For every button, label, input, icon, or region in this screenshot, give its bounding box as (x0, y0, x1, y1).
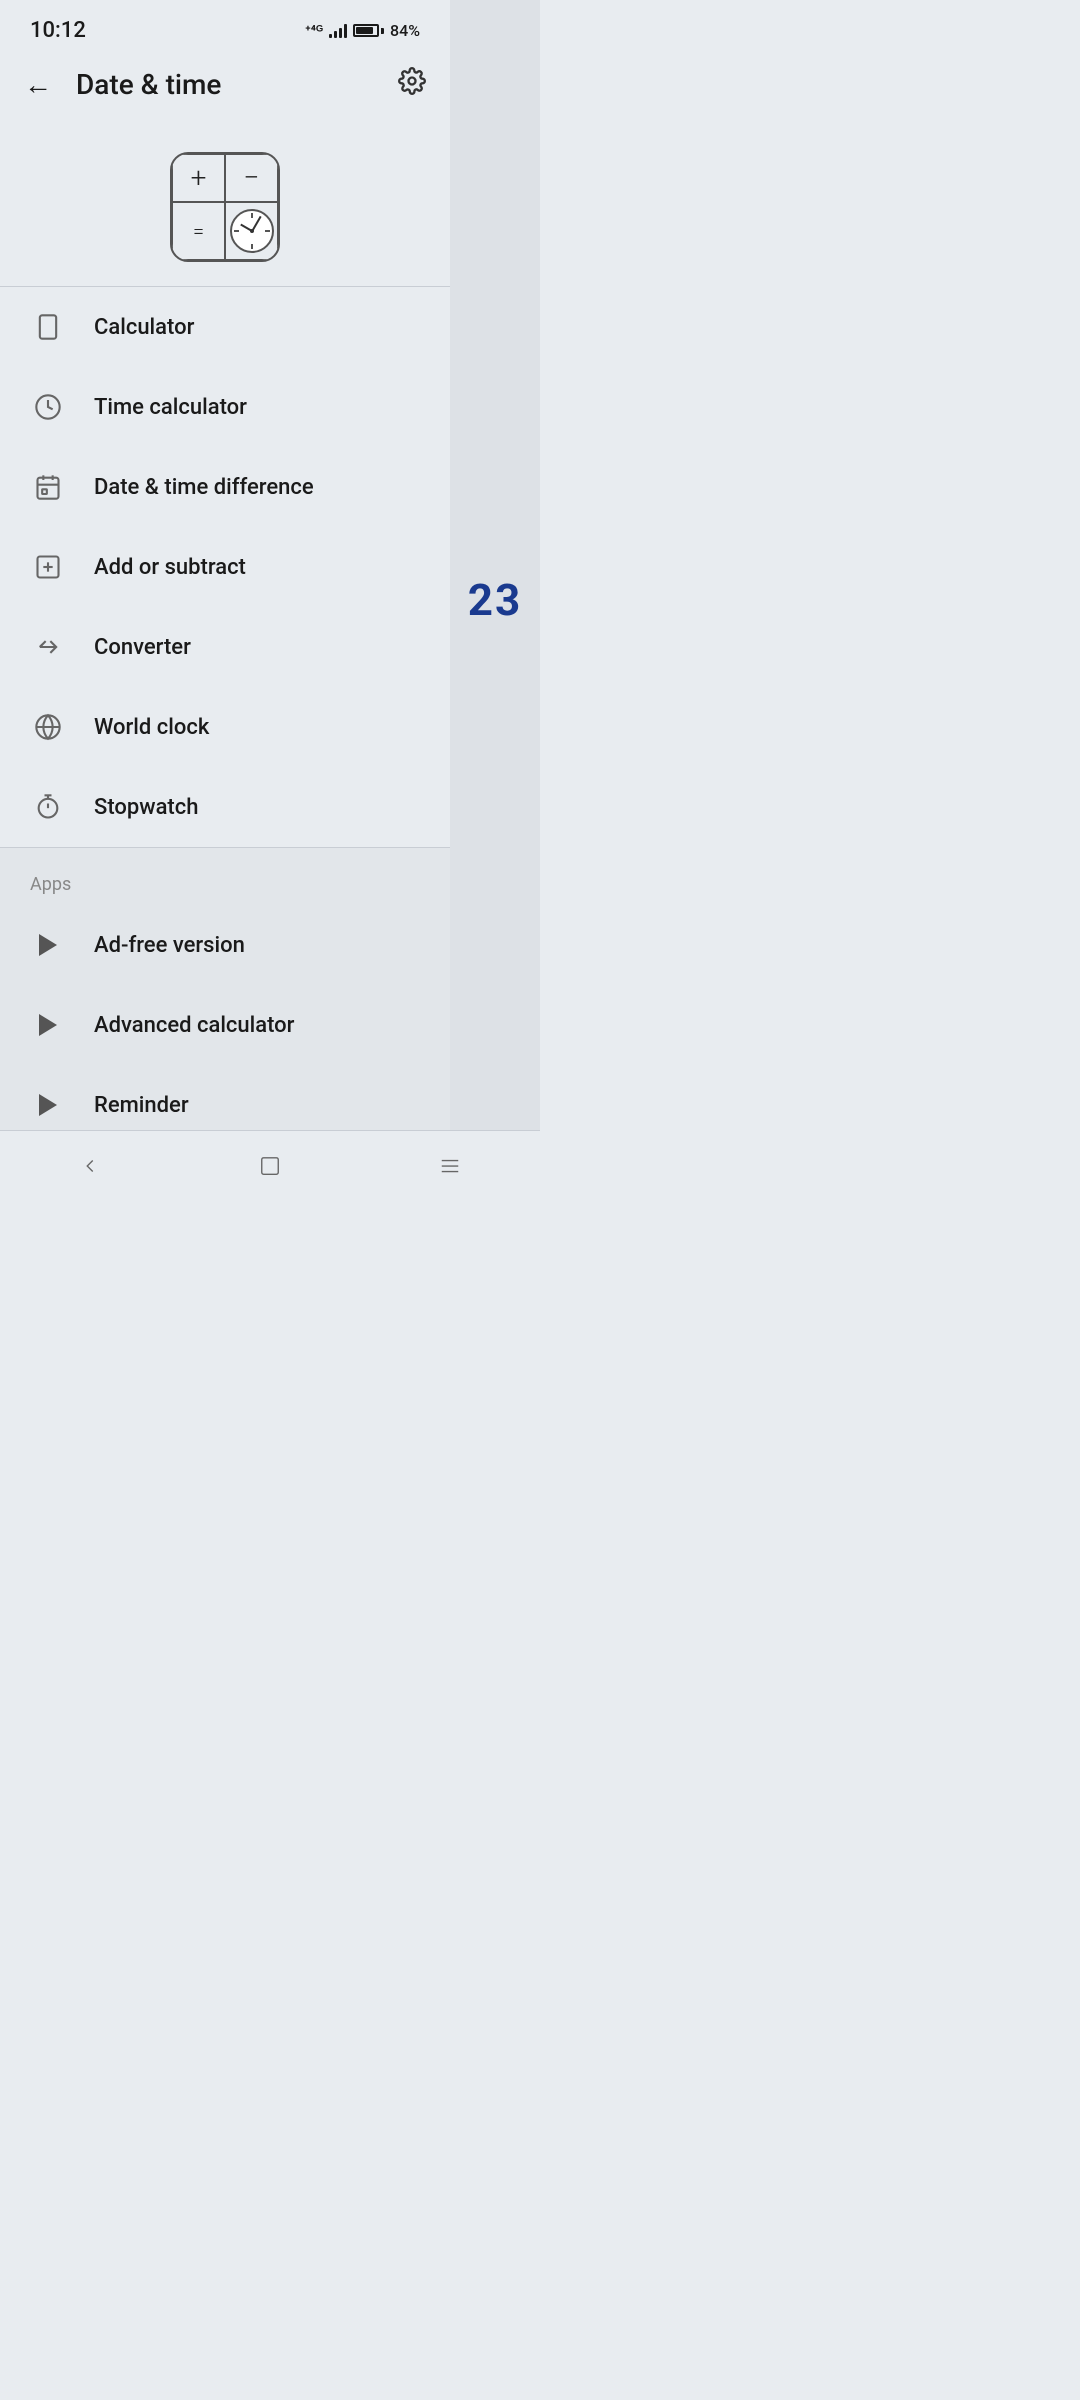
world-clock-label: World clock (94, 715, 209, 740)
converter-icon (30, 629, 66, 665)
icon-plus-cell: + (172, 154, 225, 202)
menu-item-add-or-subtract[interactable]: Add or subtract (0, 527, 450, 607)
icon-clock-cell (225, 202, 278, 261)
nav-bar (0, 1130, 540, 1200)
app-header: ← Date & time (0, 53, 450, 122)
date-time-difference-label: Date & time difference (94, 475, 314, 500)
status-icons: ⁺⁴ᴳ 84% (305, 21, 420, 40)
icon-minus-cell: − (225, 154, 278, 202)
app-icon: + − = (170, 152, 280, 262)
home-nav-button[interactable] (245, 1141, 295, 1191)
signal-label: ⁺⁴ᴳ (305, 22, 323, 39)
back-nav-button[interactable] (65, 1141, 115, 1191)
converter-label: Converter (94, 635, 191, 660)
clock-center-dot (250, 229, 254, 233)
page-title: Date & time (76, 68, 221, 101)
app-icon-container: + − = (0, 122, 450, 286)
stopwatch-label: Stopwatch (94, 795, 198, 820)
right-panel: 23 (450, 0, 540, 1200)
play-icon-advanced-calc (30, 1007, 66, 1043)
globe-icon (30, 709, 66, 745)
menu-item-date-time-difference[interactable]: Date & time difference (0, 447, 450, 527)
calendar-icon (30, 469, 66, 505)
phone-icon (30, 309, 66, 345)
apps-item-advanced-calc[interactable]: Advanced calculator (0, 985, 450, 1065)
menu-section: Calculator Time calculator (0, 287, 450, 847)
menu-item-converter[interactable]: Converter (0, 607, 450, 687)
time-calculator-label: Time calculator (94, 395, 247, 420)
status-bar: 10:12 ⁺⁴ᴳ 84% (0, 0, 450, 53)
apps-section: Apps Ad-free version Advanced calculator… (0, 848, 450, 1145)
status-time: 10:12 (30, 18, 86, 43)
stopwatch-icon (30, 789, 66, 825)
menu-item-world-clock[interactable]: World clock (0, 687, 450, 767)
clock-icon (30, 389, 66, 425)
battery-percent: 84% (390, 21, 420, 40)
play-icon-ad-free (30, 927, 66, 963)
signal-bars-icon (329, 24, 347, 38)
recents-nav-button[interactable] (425, 1141, 475, 1191)
add-square-icon (30, 549, 66, 585)
reminder-label: Reminder (94, 1093, 189, 1118)
play-icon-reminder (30, 1087, 66, 1123)
icon-equals-cell: = (172, 202, 225, 261)
clock-face-icon (230, 209, 274, 253)
apps-header: Apps (0, 856, 450, 905)
calculator-label: Calculator (94, 315, 194, 340)
back-button[interactable]: ← (24, 68, 52, 101)
add-or-subtract-label: Add or subtract (94, 555, 246, 580)
apps-item-ad-free[interactable]: Ad-free version (0, 905, 450, 985)
menu-item-time-calculator[interactable]: Time calculator (0, 367, 450, 447)
menu-item-calculator[interactable]: Calculator (0, 287, 450, 367)
advanced-calc-label: Advanced calculator (94, 1013, 294, 1038)
battery-icon (353, 24, 384, 37)
menu-item-stopwatch[interactable]: Stopwatch (0, 767, 450, 847)
date-number: 23 (468, 574, 523, 626)
settings-button[interactable] (398, 67, 426, 102)
ad-free-label: Ad-free version (94, 933, 245, 958)
